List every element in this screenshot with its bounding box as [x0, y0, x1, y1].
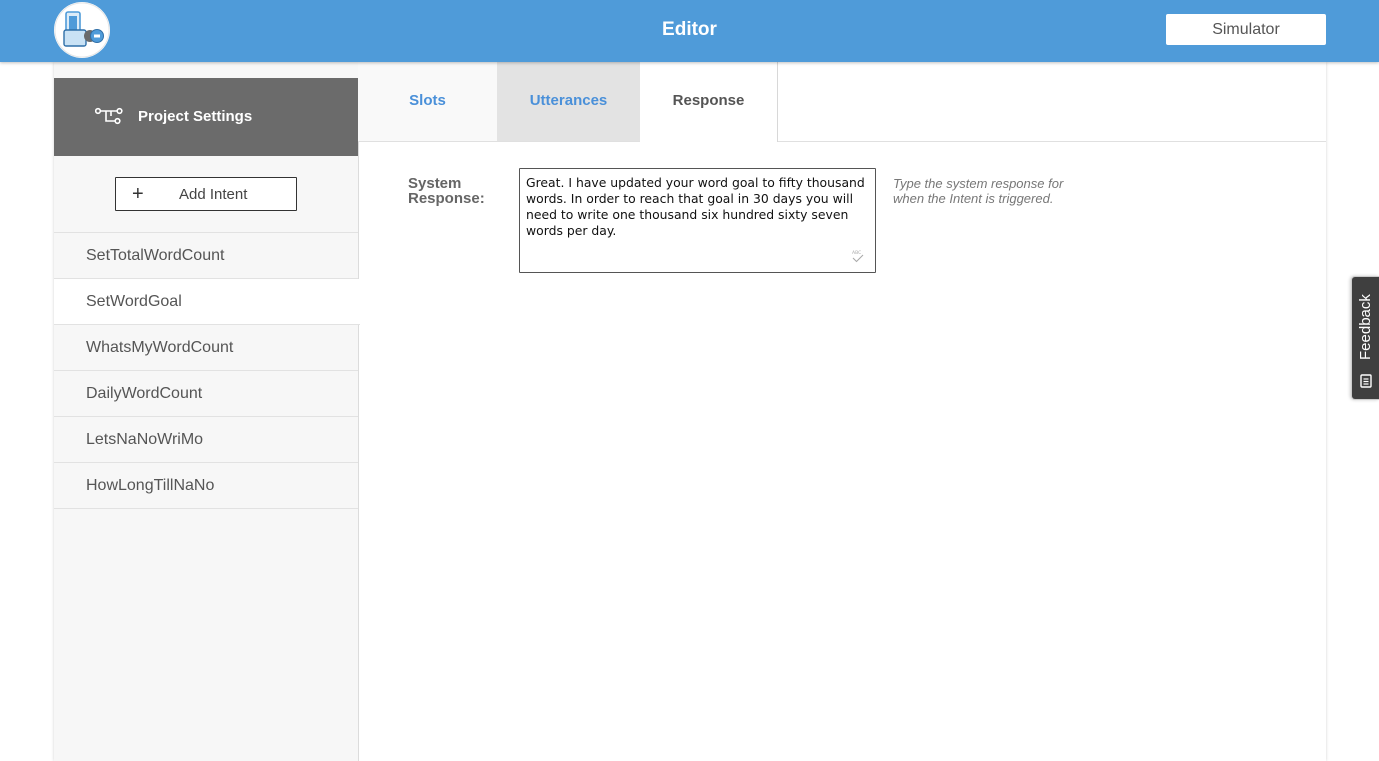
feedback-tab[interactable]: Feedback	[1351, 276, 1379, 400]
svg-text:ABC: ABC	[852, 250, 861, 256]
project-settings-label: Project Settings	[138, 108, 253, 125]
feedback-form-icon	[1360, 374, 1372, 388]
tab-utterances[interactable]: Utterances	[497, 62, 640, 141]
editor-card: Project Settings + Add Intent SetTotalWo…	[54, 62, 1326, 761]
intent-item[interactable]: SetTotalWordCount	[54, 233, 358, 279]
system-response-label: System Response:	[408, 175, 485, 207]
tab-response[interactable]: Response	[640, 62, 778, 142]
project-settings-button[interactable]: Project Settings	[54, 78, 358, 156]
intent-item[interactable]: WhatsMyWordCount	[54, 325, 358, 371]
tab-slots[interactable]: Slots	[358, 62, 497, 141]
feedback-label: Feedback	[1357, 294, 1374, 360]
intent-item[interactable]: LetsNaNoWriMo	[54, 417, 358, 463]
system-response-textarea[interactable]: Great. I have updated your word goal to …	[519, 168, 876, 273]
tab-bar: Slots Utterances Response	[358, 62, 1326, 142]
sidebar: Project Settings + Add Intent SetTotalWo…	[54, 62, 360, 761]
response-hint: Type the system response for when the In…	[893, 176, 1064, 206]
simulator-button[interactable]: Simulator	[1166, 14, 1326, 45]
spellcheck-icon: ABC	[852, 250, 864, 263]
project-flow-icon	[95, 107, 123, 125]
intent-item[interactable]: DailyWordCount	[54, 371, 358, 417]
add-intent-button[interactable]: + Add Intent	[115, 177, 297, 211]
intent-item-active[interactable]: SetWordGoal	[54, 279, 360, 325]
plus-icon: +	[132, 183, 144, 205]
intent-item[interactable]: HowLongTillNaNo	[54, 463, 358, 509]
top-bar: Editor Simulator	[0, 0, 1379, 62]
add-intent-label: Add Intent	[179, 186, 248, 203]
intent-list: SetTotalWordCount SetWordGoal WhatsMyWor…	[54, 232, 360, 509]
